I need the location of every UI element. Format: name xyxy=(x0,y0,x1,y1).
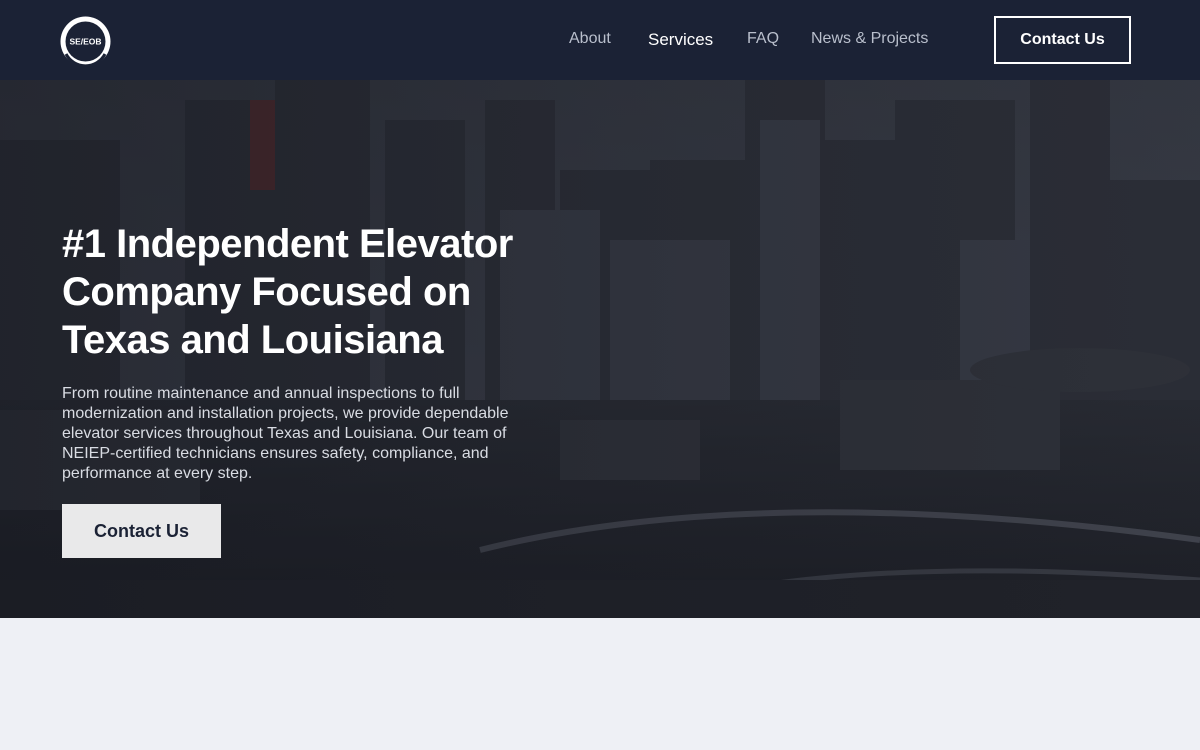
top-navbar: SE/EOB About Services FAQ News & Project… xyxy=(0,0,1200,80)
hero-section: #1 Independent Elevator Company Focused … xyxy=(0,80,1200,618)
hero-contact-button[interactable]: Contact Us xyxy=(62,504,221,558)
hero-title: #1 Independent Elevator Company Focused … xyxy=(62,222,513,362)
header-contact-button[interactable]: Contact Us xyxy=(994,16,1131,64)
content-section xyxy=(0,618,1200,750)
nav-link-faq[interactable]: FAQ xyxy=(747,29,779,49)
nav-link-news-projects[interactable]: News & Projects xyxy=(811,29,928,49)
nav-link-services[interactable]: Services xyxy=(648,30,713,50)
hero-description: From routine maintenance and annual insp… xyxy=(62,385,509,482)
company-logo[interactable]: SE/EOB xyxy=(58,14,113,69)
logo-text: SE/EOB xyxy=(69,37,101,47)
nav-link-about[interactable]: About xyxy=(569,29,611,49)
